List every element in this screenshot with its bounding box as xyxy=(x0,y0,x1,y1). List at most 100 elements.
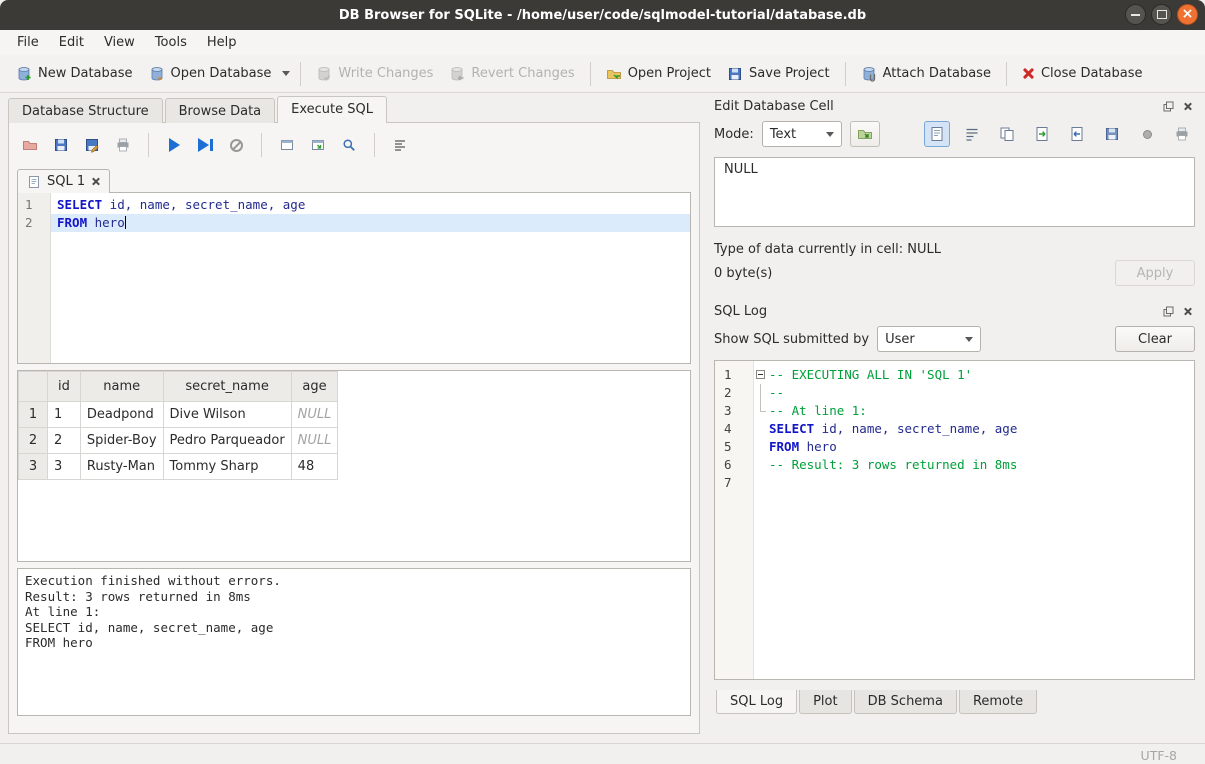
menu-tools[interactable]: Tools xyxy=(146,32,196,53)
apply-button[interactable]: Apply xyxy=(1115,260,1195,286)
save-sql-file-button[interactable] xyxy=(48,132,74,158)
tab-browse-data[interactable]: Browse Data xyxy=(165,98,276,123)
execute-current-line-button[interactable] xyxy=(192,132,218,158)
close-panel-button[interactable] xyxy=(1180,99,1195,114)
mode-select[interactable]: Text xyxy=(762,121,842,147)
row-number[interactable]: 2 xyxy=(19,428,48,454)
corner-header[interactable] xyxy=(19,372,48,402)
print-sql-button[interactable] xyxy=(110,132,136,158)
close-database-button[interactable]: Close Database xyxy=(1014,61,1151,86)
set-null-button[interactable] xyxy=(1134,121,1160,147)
tab-execute-sql[interactable]: Execute SQL xyxy=(277,96,387,123)
sql-identifiers: id, name, secret_name, age xyxy=(102,197,305,212)
chevron-down-icon xyxy=(282,71,290,76)
cell-name[interactable]: Rusty-Man xyxy=(80,454,163,480)
format-sql-button[interactable] xyxy=(387,132,413,158)
line-number: 7 xyxy=(715,474,753,492)
write-changes-button[interactable]: Write Changes xyxy=(308,61,441,87)
dock-tab-sql-log[interactable]: SQL Log xyxy=(716,690,797,714)
cell-id[interactable]: 2 xyxy=(48,428,81,454)
main-tab-bar: Database Structure Browse Data Execute S… xyxy=(0,93,706,122)
cell-age[interactable]: NULL xyxy=(291,402,338,428)
cell-name[interactable]: Spider-Boy xyxy=(80,428,163,454)
open-database-button[interactable]: Open Database xyxy=(141,61,280,87)
close-database-icon xyxy=(1022,67,1035,80)
cell-age[interactable]: 48 xyxy=(291,454,338,480)
minimize-button[interactable] xyxy=(1125,4,1146,25)
main-toolbar: New Database Open Database Write Changes… xyxy=(0,55,1205,93)
message-line: Result: 3 rows returned in 8ms xyxy=(25,589,683,605)
menu-edit[interactable]: Edit xyxy=(50,32,93,53)
open-tab-from-file-button[interactable] xyxy=(305,132,331,158)
collapse-icon[interactable] xyxy=(754,366,769,384)
new-tab-button[interactable] xyxy=(274,132,300,158)
cell-content-editor[interactable]: NULL xyxy=(714,157,1195,227)
cell-id[interactable]: 1 xyxy=(48,402,81,428)
log-line: -- Result: 3 rows returned in 8ms xyxy=(754,456,1194,474)
titlebar[interactable]: DB Browser for SQLite - /home/user/code/… xyxy=(0,0,1205,30)
cell-mode-row: Mode: Text xyxy=(714,121,1195,147)
close-panel-button[interactable] xyxy=(1180,304,1195,319)
execute-all-button[interactable] xyxy=(161,132,187,158)
cell-secret-name[interactable]: Pedro Parqueador xyxy=(163,428,291,454)
float-panel-button[interactable] xyxy=(1161,99,1176,114)
find-in-sql-button[interactable] xyxy=(336,132,362,158)
save-sql-file-as-button[interactable] xyxy=(79,132,105,158)
editor-line-current: FROM hero xyxy=(51,214,690,232)
tab-database-structure[interactable]: Database Structure xyxy=(8,98,163,123)
attach-database-button[interactable]: Attach Database xyxy=(853,61,999,87)
open-sql-file-button[interactable] xyxy=(17,132,43,158)
mode-label: Mode: xyxy=(714,127,754,142)
export-cell-button[interactable] xyxy=(1064,121,1090,147)
sql-editor[interactable]: 1 2 SELECT id, name, secret_name, age FR… xyxy=(17,192,691,364)
menu-help[interactable]: Help xyxy=(198,32,246,53)
log-comment: -- Result: 3 rows returned in 8ms xyxy=(769,456,1017,474)
maximize-button[interactable] xyxy=(1151,4,1172,25)
column-header-id[interactable]: id xyxy=(48,372,81,402)
column-header-age[interactable]: age xyxy=(291,372,338,402)
copy-cell-button[interactable] xyxy=(994,121,1020,147)
open-database-dropdown[interactable] xyxy=(279,67,293,80)
cell-editor-icons xyxy=(924,121,1195,147)
open-project-button[interactable]: Open Project xyxy=(598,61,719,87)
cell-secret-name[interactable]: Dive Wilson xyxy=(163,402,291,428)
close-button[interactable]: × xyxy=(1177,4,1198,25)
sql-file-tab[interactable]: SQL 1 xyxy=(17,169,110,193)
row-number[interactable]: 3 xyxy=(19,454,48,480)
cell-name[interactable]: Deadpond xyxy=(80,402,163,428)
import-data-button[interactable] xyxy=(850,121,880,147)
chevron-down-icon xyxy=(965,337,973,342)
word-wrap-button[interactable] xyxy=(959,121,985,147)
new-tab-icon xyxy=(279,137,295,153)
cell-secret-name[interactable]: Tommy Sharp xyxy=(163,454,291,480)
encoding-indicator[interactable]: UTF-8 xyxy=(1141,748,1177,763)
log-filter-select[interactable]: User xyxy=(877,326,981,352)
clear-log-button[interactable]: Clear xyxy=(1115,326,1195,352)
text-mode-button[interactable] xyxy=(924,121,950,147)
dock-tab-remote[interactable]: Remote xyxy=(959,690,1037,714)
close-icon: × xyxy=(1182,7,1194,21)
close-tab-icon[interactable] xyxy=(91,177,100,186)
menu-file[interactable]: File xyxy=(8,32,48,53)
write-changes-icon xyxy=(316,66,332,82)
stop-execution-button[interactable] xyxy=(223,132,249,158)
menu-view[interactable]: View xyxy=(95,32,144,53)
float-panel-button[interactable] xyxy=(1161,304,1176,319)
cell-age[interactable]: NULL xyxy=(291,428,338,454)
dock-tab-plot[interactable]: Plot xyxy=(799,690,852,714)
column-header-secret-name[interactable]: secret_name xyxy=(163,372,291,402)
dock-tab-db-schema[interactable]: DB Schema xyxy=(854,690,957,714)
text-cursor xyxy=(125,216,126,229)
import-cell-button[interactable] xyxy=(1029,121,1055,147)
sql-keyword: SELECT xyxy=(769,420,814,438)
save-cell-as-button[interactable] xyxy=(1099,121,1125,147)
revert-changes-button[interactable]: Revert Changes xyxy=(441,61,582,87)
toolbar-separator xyxy=(261,133,262,157)
editor-text-area[interactable]: SELECT id, name, secret_name, age FROM h… xyxy=(51,193,690,363)
column-header-name[interactable]: name xyxy=(80,372,163,402)
new-database-button[interactable]: New Database xyxy=(8,61,141,87)
row-number[interactable]: 1 xyxy=(19,402,48,428)
print-cell-button[interactable] xyxy=(1169,121,1195,147)
cell-id[interactable]: 3 xyxy=(48,454,81,480)
save-project-button[interactable]: Save Project xyxy=(719,61,838,87)
